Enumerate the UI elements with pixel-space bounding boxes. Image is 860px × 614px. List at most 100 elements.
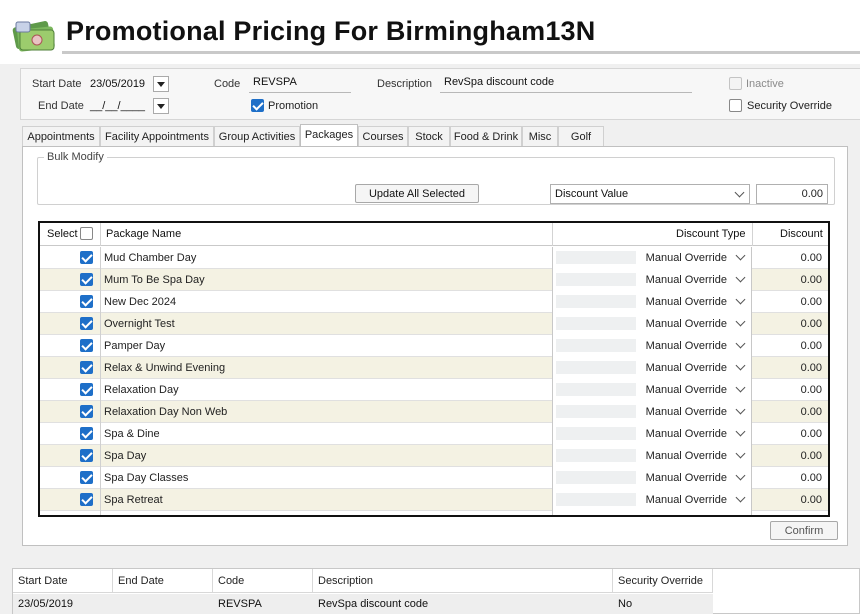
row-select-checkbox[interactable]	[80, 449, 93, 462]
discount-type-select[interactable]: Manual Override	[552, 445, 752, 467]
discount-cell[interactable]: 0.00	[752, 467, 828, 489]
table-row-partial[interactable]	[40, 511, 828, 517]
table-row[interactable]: New Dec 2024 Manual Override 0.00	[40, 291, 828, 313]
summary-cell-description[interactable]: RevSpa discount code	[313, 594, 613, 614]
table-row[interactable]: Overnight Test Manual Override 0.00	[40, 313, 828, 335]
column-header-package-name[interactable]: Package Name	[106, 228, 181, 240]
discount-cell[interactable]: 0.00	[752, 489, 828, 511]
row-select-checkbox[interactable]	[80, 383, 93, 396]
tab-appointments[interactable]: Appointments	[22, 126, 100, 147]
money-stack-icon	[12, 21, 55, 52]
column-header-discount[interactable]: Discount	[780, 228, 823, 240]
description-field[interactable]: RevSpa discount code	[440, 73, 692, 93]
package-name-cell: Spa Day	[100, 445, 552, 467]
confirm-button[interactable]: Confirm	[770, 521, 838, 540]
discount-cell[interactable]: 0.00	[752, 379, 828, 401]
row-select-checkbox[interactable]	[80, 295, 93, 308]
discount-type-select[interactable]	[552, 511, 752, 515]
discount-type-select[interactable]: Manual Override	[552, 489, 752, 511]
discount-cell[interactable]: 0.00	[752, 401, 828, 423]
table-row[interactable]: Relaxation Day Manual Override 0.00	[40, 379, 828, 401]
tab-facility-appointments[interactable]: Facility Appointments	[100, 126, 214, 147]
inactive-checkbox[interactable]	[729, 77, 742, 90]
code-field[interactable]: REVSPA	[249, 73, 351, 93]
code-label: Code	[214, 78, 241, 90]
package-name-cell: Spa Retreat	[100, 489, 552, 511]
chevron-down-icon	[735, 360, 746, 371]
start-date-picker-button[interactable]	[153, 76, 169, 92]
summary-cell-security-override[interactable]: No	[613, 594, 713, 614]
discount-type-select[interactable]: Manual Override	[552, 247, 752, 269]
discount-cell[interactable]: 0.00	[752, 291, 828, 313]
discount-type-select[interactable]: Manual Override	[552, 357, 752, 379]
tab-courses[interactable]: Courses	[358, 126, 408, 147]
table-row[interactable]: Spa & Dine Manual Override 0.00	[40, 423, 828, 445]
discount-type-select[interactable]: Manual Override	[552, 379, 752, 401]
security-override-checkbox[interactable]	[729, 99, 742, 112]
bulk-discount-type-select[interactable]: Discount Value	[550, 184, 750, 204]
promotion-checkbox[interactable]	[251, 99, 264, 112]
summary-header-description[interactable]: Description	[313, 569, 613, 593]
summary-cell-start-date[interactable]: 23/05/2019	[13, 594, 113, 614]
row-select-checkbox[interactable]	[80, 515, 93, 517]
summary-cell-end-date[interactable]	[113, 594, 213, 614]
row-select-checkbox[interactable]	[80, 427, 93, 440]
discount-type-select[interactable]: Manual Override	[552, 269, 752, 291]
discount-type-select[interactable]: Manual Override	[552, 291, 752, 313]
column-divider	[100, 223, 101, 246]
summary-header-security-override[interactable]: Security Override	[613, 569, 713, 593]
row-select-checkbox[interactable]	[80, 317, 93, 330]
table-row[interactable]: Mum To Be Spa Day Manual Override 0.00	[40, 269, 828, 291]
table-row[interactable]: Relaxation Day Non Web Manual Override 0…	[40, 401, 828, 423]
table-row[interactable]: Pamper Day Manual Override 0.00	[40, 335, 828, 357]
discount-cell[interactable]: 0.00	[752, 313, 828, 335]
start-date-field[interactable]: 23/05/2019	[90, 78, 145, 90]
tab-group-activities[interactable]: Group Activities	[214, 126, 300, 147]
end-date-picker-button[interactable]	[153, 98, 169, 114]
end-date-field[interactable]: __/__/____	[90, 100, 145, 112]
update-all-selected-button[interactable]: Update All Selected	[355, 184, 479, 203]
discount-type-select[interactable]: Manual Override	[552, 313, 752, 335]
table-row[interactable]: Mud Chamber Day Manual Override 0.00	[40, 247, 828, 269]
row-select-checkbox[interactable]	[80, 471, 93, 484]
tab-golf[interactable]: Golf	[558, 126, 604, 147]
discount-cell[interactable]: 0.00	[752, 335, 828, 357]
discount-cell[interactable]: 0.00	[752, 247, 828, 269]
discount-cell[interactable]: 0.00	[752, 269, 828, 291]
page-title: Promotional Pricing For Birmingham13N	[66, 16, 596, 46]
tab-packages[interactable]: Packages	[300, 124, 358, 147]
discount-type-select[interactable]: Manual Override	[552, 335, 752, 357]
summary-cell-code[interactable]: REVSPA	[213, 594, 313, 614]
chevron-down-icon	[735, 272, 746, 283]
discount-type-select[interactable]: Manual Override	[552, 401, 752, 423]
description-label: Description	[377, 78, 433, 90]
row-select-checkbox[interactable]	[80, 493, 93, 506]
discount-cell[interactable]: 0.00	[752, 423, 828, 445]
table-row[interactable]: Spa Day Manual Override 0.00	[40, 445, 828, 467]
tab-misc[interactable]: Misc	[522, 126, 558, 147]
select-all-checkbox[interactable]	[80, 227, 93, 240]
row-select-checkbox[interactable]	[80, 339, 93, 352]
tab-food-drink[interactable]: Food & Drink	[450, 126, 522, 147]
bulk-discount-value-input[interactable]: 0.00	[756, 184, 828, 204]
table-row[interactable]: Relax & Unwind Evening Manual Override 0…	[40, 357, 828, 379]
row-select-checkbox[interactable]	[80, 273, 93, 286]
discount-type-select[interactable]: Manual Override	[552, 467, 752, 489]
column-divider	[552, 223, 553, 246]
row-select-checkbox[interactable]	[80, 361, 93, 374]
chevron-down-icon	[734, 187, 745, 198]
table-row[interactable]: Spa Retreat Manual Override 0.00	[40, 489, 828, 511]
discount-cell[interactable]: 0.00	[752, 357, 828, 379]
discount-cell[interactable]: 0.00	[752, 445, 828, 467]
summary-header-code[interactable]: Code	[213, 569, 313, 593]
tab-stock[interactable]: Stock	[408, 126, 450, 147]
discount-type-select[interactable]: Manual Override	[552, 423, 752, 445]
window-header: Promotional Pricing For Birmingham13N	[0, 0, 860, 64]
column-header-discount-type[interactable]: Discount Type	[676, 228, 746, 240]
chevron-down-icon	[735, 426, 746, 437]
summary-header-start-date[interactable]: Start Date	[13, 569, 113, 593]
row-select-checkbox[interactable]	[80, 405, 93, 418]
table-row[interactable]: Spa Day Classes Manual Override 0.00	[40, 467, 828, 489]
row-select-checkbox[interactable]	[80, 251, 93, 264]
summary-header-end-date[interactable]: End Date	[113, 569, 213, 593]
